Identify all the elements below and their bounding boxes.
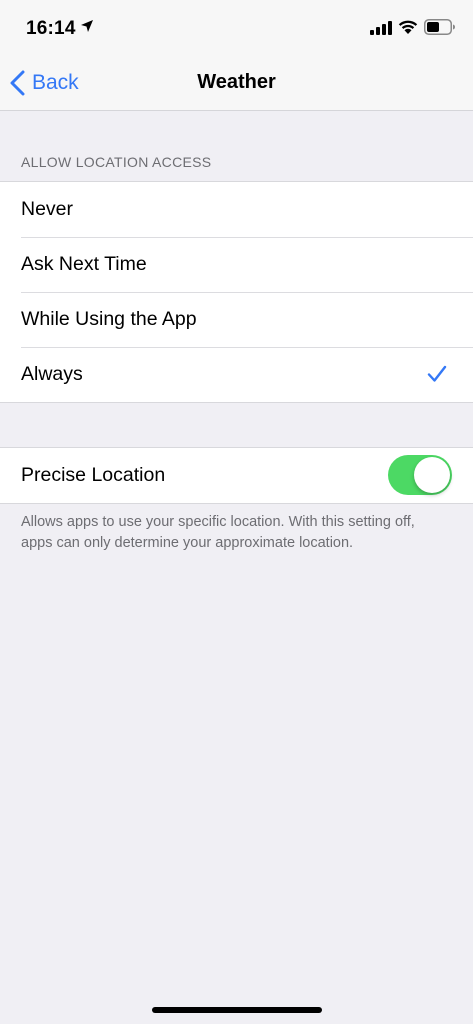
home-indicator[interactable]	[152, 1007, 322, 1013]
option-label: Never	[21, 198, 74, 220]
cellular-signal-icon	[370, 21, 392, 35]
option-label: Always	[21, 363, 83, 385]
precise-location-label: Precise Location	[21, 464, 166, 486]
battery-icon	[424, 19, 455, 35]
precise-location-row: Precise Location	[0, 448, 473, 503]
option-never[interactable]: Never	[0, 182, 473, 237]
location-access-options: Never Ask Next Time While Using the App …	[0, 181, 473, 403]
option-label: Ask Next Time	[21, 253, 147, 275]
precise-location-toggle[interactable]	[388, 455, 452, 495]
navigation-bar: Back Weather	[0, 56, 473, 111]
page-title: Weather	[197, 71, 276, 93]
checkmark-icon	[427, 365, 447, 382]
wifi-icon	[398, 20, 418, 34]
option-ask-next-time[interactable]: Ask Next Time	[0, 237, 473, 292]
option-label: While Using the App	[21, 308, 197, 330]
status-time: 16:14	[26, 18, 76, 39]
toggle-knob	[414, 457, 450, 493]
section-header-location-access: ALLOW LOCATION ACCESS	[21, 154, 212, 170]
status-bar: 16:14	[0, 0, 473, 56]
option-always[interactable]: Always	[0, 347, 473, 402]
location-arrow-icon	[81, 20, 93, 32]
precise-location-group: Precise Location	[0, 447, 473, 504]
precise-location-footer: Allows apps to use your specific locatio…	[21, 514, 415, 551]
option-while-using-app[interactable]: While Using the App	[0, 292, 473, 347]
